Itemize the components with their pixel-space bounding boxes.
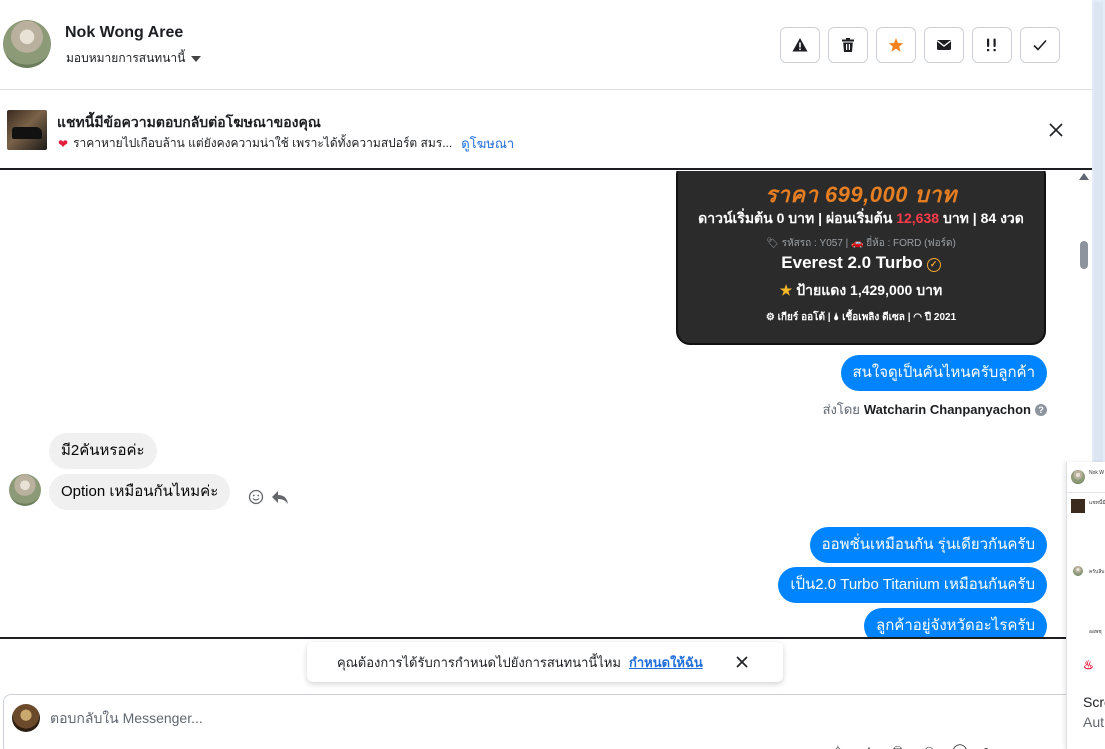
- assign-prompt-toast: คุณต้องการได้รับการกำหนดไปยังการสนทนานี้…: [307, 642, 783, 682]
- mark-done-button[interactable]: [1020, 27, 1060, 63]
- ad-down-payment: ดาวน์เริ่มต้น 0 บาท | ผ่อนเริ่มต้น 12,63…: [678, 208, 1044, 230]
- app-logo-icon: ♨: [1083, 658, 1094, 672]
- sent-by-prefix: ส่งโดย: [822, 402, 860, 417]
- gif-icon[interactable]: ⎊: [892, 743, 908, 749]
- outgoing-message[interactable]: ลูกค้าอยู่จังหวัดอะไรครับ: [864, 608, 1047, 637]
- trash-icon: [842, 38, 854, 52]
- ad-banner-description: ราคาหายไปเกือบล้าน แต่ยังคงความน่าใช้ เพ…: [73, 136, 453, 150]
- down-suffix: บาท | 84 งวด: [942, 210, 1024, 226]
- scrollbar-thumb[interactable]: [1080, 241, 1088, 269]
- emoji-icon[interactable]: ☺: [922, 743, 938, 749]
- warning-icon: [792, 38, 808, 52]
- sent-by-label: ส่งโดย Watcharin Chanpanyachon ?: [823, 399, 1047, 420]
- installment-amount: 12,638: [896, 210, 940, 226]
- preview-name: Nok W: [1089, 470, 1104, 476]
- follow-up-button[interactable]: [972, 27, 1012, 63]
- inbox-conversation-view: Nok Wong Aree มอบหมายการสนทนานี้ แชทนี้ม…: [0, 0, 1105, 749]
- star-icon: [888, 38, 904, 52]
- page-avatar: [12, 704, 40, 732]
- report-button[interactable]: [780, 27, 820, 63]
- view-ad-link[interactable]: ดูโฆษณา: [461, 133, 514, 154]
- ad-reply-banner: แชทนี้มีข้อความตอบกลับต่อโฆษณาของคุณ ❤ ร…: [0, 90, 1092, 170]
- ad-image-card[interactable]: ราคา 699,000 บาท ดาวน์เริ่มต้น 0 บาท | ผ…: [676, 171, 1046, 345]
- delete-button[interactable]: [828, 27, 868, 63]
- heart-icon: ❤: [58, 136, 69, 151]
- outgoing-message[interactable]: สนใจดูเป็นคันไหนครับลูกค้า: [840, 355, 1047, 391]
- ad-banner-title: แชทนี้มีข้อความตอบกลับต่อโฆษณาของคุณ: [57, 114, 321, 130]
- conversation-header: Nok Wong Aree มอบหมายการสนทนานี้: [0, 0, 1092, 90]
- scroll-up-arrow-icon[interactable]: [1079, 173, 1089, 180]
- preview-reply-text: ออพชุ: [1089, 629, 1102, 635]
- preview-auto-label: Aut: [1083, 714, 1105, 730]
- mark-unread-button[interactable]: [924, 27, 964, 63]
- contact-name[interactable]: Nok Wong Aree: [65, 24, 183, 42]
- ad-red-plate-row: ★ ป้ายแดง 1,429,000 บาท: [678, 280, 1044, 302]
- double-exclamation-icon: [987, 38, 996, 52]
- check-icon: [1033, 39, 1047, 51]
- page-scrollbar[interactable]: [1092, 0, 1105, 742]
- star-button[interactable]: [876, 27, 916, 63]
- composer-actions: ✧ ▲ ⎊ ☺ ◯ ●: [832, 743, 998, 749]
- preview-row-text: ครับลีบ: [1089, 569, 1105, 575]
- ad-model: Everest 2.0 Turbo: [781, 253, 923, 272]
- preview-avatar: [1073, 566, 1083, 576]
- preview-screen-label: Scre: [1083, 694, 1105, 710]
- conversation-toolbar: [780, 27, 1060, 63]
- ad-thumbnail[interactable]: [7, 110, 47, 150]
- close-icon[interactable]: [734, 654, 750, 670]
- incoming-message[interactable]: Option เหมือนกันไหมค่ะ: [49, 474, 231, 510]
- star-icon: ★: [779, 282, 793, 298]
- contact-avatar-small[interactable]: [9, 474, 41, 506]
- outgoing-message[interactable]: เป็น2.0 Turbo Titanium เหมือนกันครับ: [778, 567, 1047, 603]
- saved-reply-icon[interactable]: ✧: [832, 743, 848, 749]
- ad-car-meta: 🏷 รหัสรถ : Y057 | 🚗 ยี่ห้อ : FORD (ฟอร์ด…: [766, 238, 956, 249]
- ad-model-row: Everest 2.0 Turbo ✓: [678, 253, 1044, 273]
- outgoing-message[interactable]: ออพชั่นเหมือนกัน รุ่นเดียวกันครับ: [809, 527, 1047, 563]
- verified-check-icon: ✓: [926, 258, 941, 272]
- preview-ad-text: แชทนี้มี: [1089, 500, 1105, 506]
- reply-input[interactable]: [50, 707, 750, 729]
- contact-avatar[interactable]: [3, 20, 51, 68]
- ad-banner-description-row: ❤ ราคาหายไปเกือบล้าน แต่ยังคงความน่าใช้ …: [58, 133, 514, 154]
- envelope-icon: [937, 40, 951, 50]
- preview-avatar: [1071, 470, 1085, 484]
- more-icon[interactable]: ●: [982, 743, 998, 749]
- caret-down-icon: [191, 55, 202, 62]
- message-composer: ✧ ▲ ⎊ ☺ ◯ ●: [3, 694, 1083, 749]
- side-panel-preview[interactable]: Nok W แชทนี้มี ครับลีบ ออพชุ ♨ Scre Aut: [1066, 462, 1105, 749]
- down-prefix: ดาวน์เริ่มต้น 0 บาท | ผ่อนเริ่มต้น: [698, 210, 893, 226]
- smiley-react-icon[interactable]: [248, 489, 264, 505]
- help-icon[interactable]: ?: [1035, 403, 1047, 416]
- reply-icon[interactable]: [271, 489, 289, 505]
- sent-by-name: Watcharin Chanpanyachon: [863, 402, 1031, 417]
- ad-price: ราคา 699,000 บาท: [765, 182, 957, 207]
- message-thread[interactable]: ราคา 699,000 บาท ดาวน์เริ่มต้น 0 บาท | ผ…: [0, 171, 1092, 639]
- assign-to-me-link[interactable]: กำหนดให้ฉัน: [629, 652, 703, 673]
- attachment-icon[interactable]: ▲: [862, 743, 878, 749]
- preview-ad-thumbnail: [1071, 499, 1085, 513]
- ad-red-plate-price: ป้ายแดง 1,429,000 บาท: [796, 282, 943, 298]
- assign-prompt-text: คุณต้องการได้รับการกำหนดไปยังการสนทนานี้…: [337, 654, 621, 670]
- sticker-icon[interactable]: ◯: [952, 743, 968, 749]
- incoming-message[interactable]: มี2คันหรอค่ะ: [49, 433, 157, 469]
- assign-label: มอบหมายการสนทนานี้: [66, 51, 186, 65]
- close-icon[interactable]: [1046, 120, 1066, 140]
- preview-divider: [1067, 492, 1105, 493]
- ad-specs: ⚙ เกียร์ ออโต้ | 🌢 เชื้อเพลิง ดีเซล | ◠ …: [765, 312, 957, 323]
- assign-conversation-dropdown[interactable]: มอบหมายการสนทนานี้: [66, 49, 202, 68]
